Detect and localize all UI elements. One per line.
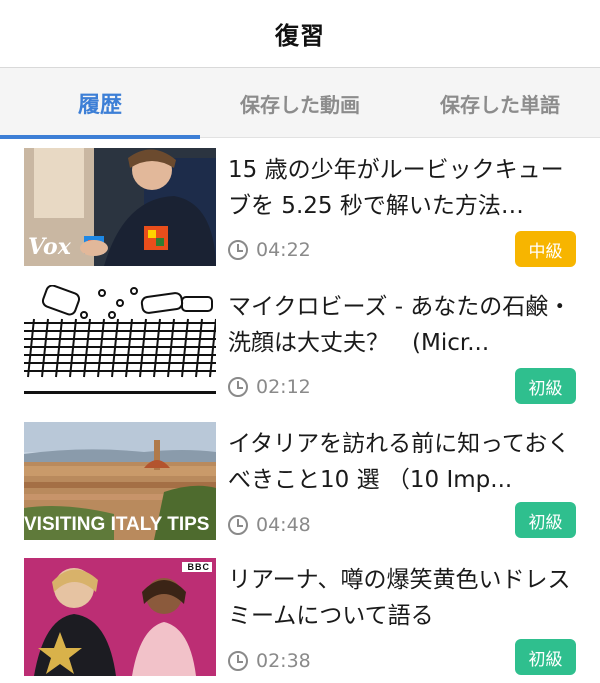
- tab-saved-words-label: 保存した単語: [440, 92, 560, 117]
- video-title[interactable]: リアーナ、噂の爆笑黄色いドレスミームについて語る: [228, 562, 580, 634]
- talk-show-thumbnail-icon: [24, 558, 216, 676]
- video-duration-row: 04:48: [228, 514, 311, 536]
- video-duration: 04:48: [256, 514, 311, 536]
- video-duration-row: 02:38: [228, 650, 311, 672]
- active-tab-indicator: [0, 135, 200, 139]
- page-title: 復習: [275, 22, 325, 50]
- clock-icon: [228, 515, 248, 535]
- list-item[interactable]: VISITING ITALY TIPS イタリアを訪れる前に知っておくべきこと1…: [0, 422, 600, 559]
- tab-history-label: 履歴: [77, 93, 122, 118]
- app-header: 復習: [0, 0, 600, 68]
- microbeads-thumbnail-icon: [24, 285, 216, 403]
- video-title[interactable]: マイクロビーズ - あなたの石鹸・洗顔は大丈夫？ (Micr...: [228, 289, 580, 361]
- list-item[interactable]: BBC リアーナ、噂の爆笑黄色いドレスミームについて語る 02:38 初級: [0, 558, 600, 683]
- level-badge: 初級: [515, 502, 576, 538]
- video-duration-row: 04:22: [228, 239, 311, 261]
- tab-saved-videos-label: 保存した動画: [240, 92, 360, 117]
- thumbnail-caption: Vox: [28, 234, 71, 260]
- video-thumbnail[interactable]: [24, 285, 216, 403]
- video-duration-row: 02:12: [228, 376, 311, 398]
- video-thumbnail[interactable]: Vox: [24, 148, 216, 266]
- video-thumbnail[interactable]: VISITING ITALY TIPS: [24, 422, 216, 540]
- tab-history[interactable]: 履歴: [0, 68, 200, 139]
- video-duration: 04:22: [256, 239, 311, 261]
- clock-icon: [228, 651, 248, 671]
- clock-icon: [228, 240, 248, 260]
- video-duration: 02:12: [256, 376, 311, 398]
- tab-saved-words[interactable]: 保存した単語: [400, 68, 600, 138]
- video-duration: 02:38: [256, 650, 311, 672]
- list-item[interactable]: マイクロビーズ - あなたの石鹸・洗顔は大丈夫？ (Micr... 02:12 …: [0, 285, 600, 422]
- tab-bar: 履歴 保存した動画 保存した単語: [0, 68, 600, 139]
- video-title[interactable]: 15 歳の少年がルービックキューブを 5.25 秒で解いた方法…: [228, 152, 580, 224]
- video-title[interactable]: イタリアを訪れる前に知っておくべきこと10 選 （10 Imp...: [228, 426, 580, 498]
- level-badge: 初級: [515, 368, 576, 404]
- level-badge: 中級: [515, 231, 576, 267]
- video-thumbnail[interactable]: BBC: [24, 558, 216, 676]
- list-item[interactable]: Vox 15 歳の少年がルービックキューブを 5.25 秒で解いた方法… 04:…: [0, 148, 600, 285]
- level-badge: 初級: [515, 639, 576, 675]
- clock-icon: [228, 377, 248, 397]
- thumbnail-caption: BBC: [185, 562, 212, 572]
- tab-saved-videos[interactable]: 保存した動画: [200, 68, 400, 138]
- thumbnail-caption: VISITING ITALY TIPS: [24, 514, 210, 535]
